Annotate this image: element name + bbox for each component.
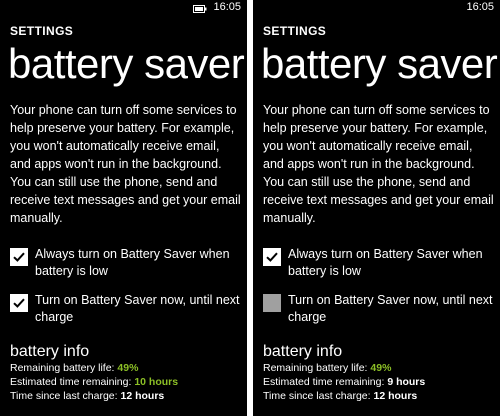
option-always-on[interactable]: Always turn on Battery Saver when batter… [10,246,244,280]
time-since-charge-row: Time since last charge: 12 hours [10,389,244,403]
option-turn-on-now[interactable]: Turn on Battery Saver now, until next ch… [10,292,244,326]
settings-label: SETTINGS [263,24,327,38]
settings-label: SETTINGS [10,24,74,38]
status-time: 16:05 [213,1,241,13]
always-on-label: Always turn on Battery Saver when batter… [288,247,483,278]
time-remaining-value: 10 hours [134,376,179,388]
description-para-2: You can still use the phone, send and re… [10,175,241,225]
remaining-battery-row: Remaining battery life: 49% [263,361,497,375]
description: Your phone can turn off some services to… [10,101,242,227]
time-remaining-row: Estimated time remaining: 10 hours [10,375,244,389]
always-on-checkbox[interactable] [10,248,28,266]
always-on-label: Always turn on Battery Saver when batter… [35,247,230,278]
battery-info-title: battery info [263,343,343,360]
battery-charging-icon [193,3,207,13]
phone-screen-left: 16:05 SETTINGS battery saver Your phone … [0,0,247,416]
description: Your phone can turn off some services to… [263,101,495,227]
turn-on-now-checkbox[interactable] [10,294,28,312]
always-on-checkbox[interactable] [263,248,281,266]
option-always-on[interactable]: Always turn on Battery Saver when batter… [263,246,497,280]
remaining-battery-row: Remaining battery life: 49% [10,361,244,375]
turn-on-now-checkbox[interactable] [263,294,281,312]
remaining-battery-label: Remaining battery life: [263,362,371,374]
remaining-battery-value: 49% [117,362,139,374]
time-remaining-value: 9 hours [387,376,426,388]
status-bar: 16:05 [193,0,241,14]
status-time: 16:05 [466,1,494,13]
battery-info-title: battery info [10,343,90,360]
battery-info: Remaining battery life: 49% Estimated ti… [263,361,497,403]
time-since-charge-value: 12 hours [120,390,165,402]
turn-on-now-label: Turn on Battery Saver now, until next ch… [35,293,240,324]
time-since-charge-row: Time since last charge: 12 hours [263,389,497,403]
page-title: battery saver [261,40,498,87]
description-para-1: Your phone can turn off some services to… [263,103,490,171]
phone-screen-right: 16:05 SETTINGS battery saver Your phone … [253,0,500,416]
remaining-battery-value: 49% [370,362,392,374]
time-remaining-label: Estimated time remaining: [263,376,388,388]
battery-info: Remaining battery life: 49% Estimated ti… [10,361,244,403]
description-para-1: Your phone can turn off some services to… [10,103,237,171]
time-since-charge-label: Time since last charge: [263,390,374,402]
time-remaining-label: Estimated time remaining: [10,376,135,388]
remaining-battery-label: Remaining battery life: [10,362,118,374]
option-turn-on-now[interactable]: Turn on Battery Saver now, until next ch… [263,292,497,326]
time-since-charge-label: Time since last charge: [10,390,121,402]
page-title: battery saver [8,40,245,87]
description-para-2: You can still use the phone, send and re… [263,175,494,225]
time-since-charge-value: 12 hours [373,390,418,402]
time-remaining-row: Estimated time remaining: 9 hours [263,375,497,389]
turn-on-now-label: Turn on Battery Saver now, until next ch… [288,293,493,324]
status-bar: 16:05 [466,0,494,14]
